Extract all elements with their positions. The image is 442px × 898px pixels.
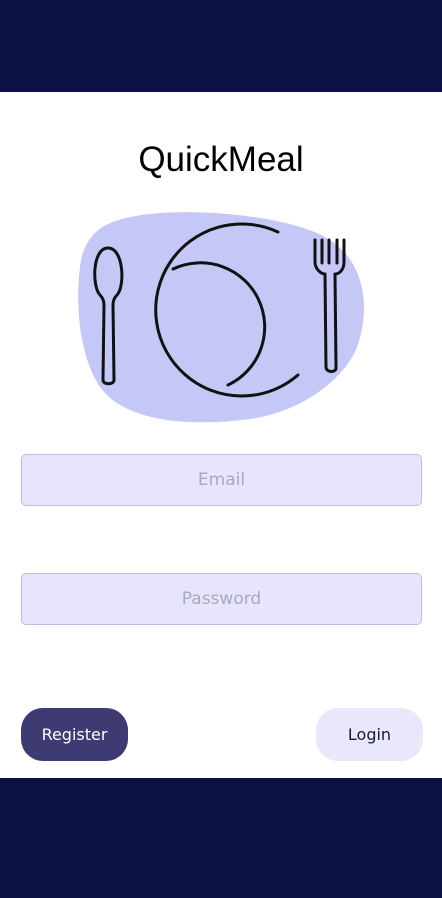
register-button[interactable]: Register (21, 708, 128, 761)
email-field[interactable] (21, 454, 422, 506)
login-button[interactable]: Login (316, 708, 423, 761)
plate-fork-spoon-icon (78, 212, 364, 423)
bottom-navigation-bar (0, 778, 442, 898)
top-status-bar (0, 0, 442, 92)
password-field[interactable] (21, 573, 422, 625)
login-screen: QuickMeal Register Login (0, 92, 442, 778)
app-title: QuickMeal (138, 140, 304, 179)
